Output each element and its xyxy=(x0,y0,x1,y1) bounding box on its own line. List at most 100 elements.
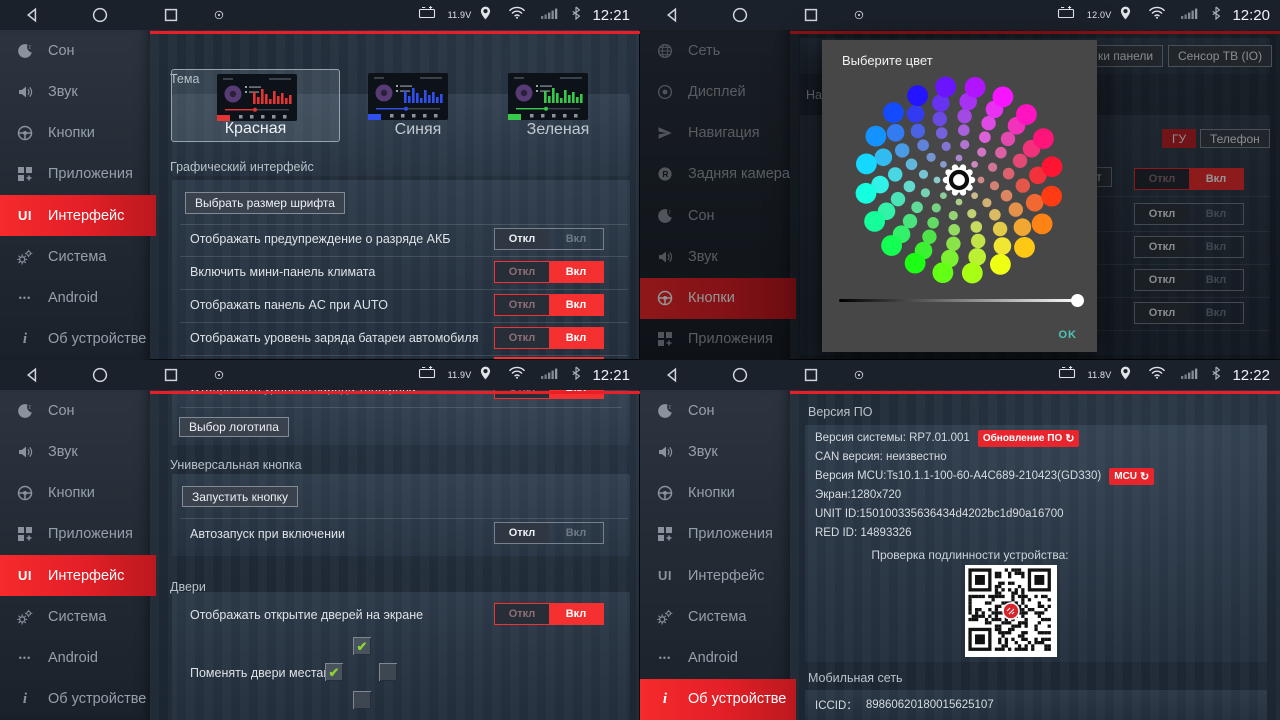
screen-about-device: Версия ПОВерсия системы: RP7.01.001Обнов… xyxy=(640,360,1280,720)
back-button[interactable] xyxy=(24,367,40,383)
sidebar-item-apps[interactable]: Приложения xyxy=(0,514,150,555)
sidebar-item-moon[interactable]: zСон xyxy=(0,390,150,431)
sidebar-item-label: Интерфейс xyxy=(48,208,124,224)
toggle-off-option[interactable]: Откл xyxy=(495,328,549,348)
toggle-off-option[interactable]: Откл xyxy=(495,229,549,249)
theme-preview-image xyxy=(217,74,297,126)
theme-option[interactable]: Синяя xyxy=(343,69,493,142)
signal-icon xyxy=(541,366,558,384)
toggle-on-option[interactable]: Вкл xyxy=(549,229,603,249)
toggle-on-option[interactable]: Вкл xyxy=(549,604,603,624)
on-off-toggle[interactable]: ОтклВкл xyxy=(494,603,604,625)
disc-icon[interactable] xyxy=(213,9,225,21)
recents-button[interactable] xyxy=(163,367,179,383)
svg-text:z: z xyxy=(28,44,31,50)
sidebar-item-label: Приложения xyxy=(48,166,133,182)
sidebar-item-gears[interactable]: Система xyxy=(0,236,150,277)
toggle-off-option[interactable]: Откл xyxy=(495,604,549,624)
home-button[interactable] xyxy=(732,7,748,23)
door-checkbox[interactable]: ✔ xyxy=(353,637,371,655)
badge-label: MCU xyxy=(1114,471,1137,482)
ok-button[interactable]: OK xyxy=(1059,329,1078,341)
run-button[interactable]: Запустить кнопку xyxy=(182,486,298,507)
sidebar-item-steering-wheel[interactable]: Кнопки xyxy=(640,473,790,514)
home-button[interactable] xyxy=(92,7,108,23)
steering-wheel-icon xyxy=(654,485,676,501)
iccid-line: ICCID：89860620180015625107 xyxy=(815,698,994,712)
main-content: Отображать уровень заряда телефонаОтклВк… xyxy=(150,390,640,720)
toggle-off-option[interactable]: Откл xyxy=(495,523,549,543)
sidebar-item-ui[interactable]: UIИнтерфейс xyxy=(640,555,790,596)
info-icon: i xyxy=(14,691,36,708)
brightness-slider[interactable] xyxy=(839,299,1081,302)
recents-button[interactable] xyxy=(163,7,179,23)
nav-buttons xyxy=(0,7,225,23)
theme-option[interactable]: Зеленая xyxy=(483,69,633,142)
door-checkbox[interactable]: ✔ xyxy=(325,663,343,681)
sidebar-item-gears[interactable]: Система xyxy=(0,596,150,637)
sidebar-item-label: Кнопки xyxy=(48,485,95,501)
sidebar-item-speaker[interactable]: Звук xyxy=(640,431,790,472)
recents-button[interactable] xyxy=(803,7,819,23)
universal-button-section-title: Универсальная кнопка xyxy=(170,458,302,472)
update-badge[interactable]: Обновление ПО↻ xyxy=(978,430,1080,447)
update-badge[interactable]: MCU↻ xyxy=(1109,468,1154,485)
back-button[interactable] xyxy=(664,367,680,383)
font-size-button[interactable]: Выбрать размер шрифта xyxy=(185,192,345,214)
mobile-section-title: Мобильная сеть xyxy=(808,671,903,685)
home-button[interactable] xyxy=(732,367,748,383)
dots-icon: ••• xyxy=(14,293,36,303)
divider xyxy=(180,322,628,323)
toggle-off-option[interactable]: Откл xyxy=(495,262,549,282)
on-off-toggle[interactable]: ОтклВкл xyxy=(494,522,604,544)
sidebar-item-info[interactable]: iОб устройстве xyxy=(640,679,796,720)
sidebar-item-moon[interactable]: zСон xyxy=(640,390,790,431)
sidebar-item-dots[interactable]: •••Android xyxy=(0,638,150,679)
door-checkbox[interactable] xyxy=(379,663,397,681)
recents-button[interactable] xyxy=(803,367,819,383)
version-text: RED ID: 14893326 xyxy=(815,527,912,539)
toggle-on-option[interactable]: Вкл xyxy=(549,295,603,315)
sidebar-item-gears[interactable]: Система xyxy=(640,596,790,637)
sidebar-item-steering-wheel[interactable]: Кнопки xyxy=(0,113,150,154)
sidebar-item-info[interactable]: iОб устройстве xyxy=(0,319,150,360)
toggle-on-option[interactable]: Вкл xyxy=(549,523,603,543)
sidebar-item-info[interactable]: iОб устройстве xyxy=(0,679,150,720)
slider-knob[interactable] xyxy=(1071,294,1084,307)
sidebar-item-speaker[interactable]: Звук xyxy=(0,431,150,472)
main-content: ТемаКраснаяСиняяЗеленаяГрафический интер… xyxy=(150,30,640,360)
back-button[interactable] xyxy=(24,7,40,23)
home-button[interactable] xyxy=(92,367,108,383)
theme-option-label: Красная xyxy=(172,120,339,138)
toggle-on-option[interactable]: Вкл xyxy=(549,262,603,282)
on-off-toggle[interactable]: ОтклВкл xyxy=(494,294,604,316)
bluetooth-icon xyxy=(571,366,581,385)
color-wheel[interactable] xyxy=(853,74,1065,291)
sidebar-item-ui[interactable]: UIИнтерфейс xyxy=(0,195,156,236)
theme-option[interactable]: Красная xyxy=(171,69,340,142)
sidebar-item-steering-wheel[interactable]: Кнопки xyxy=(0,473,150,514)
sidebar-item-label: Android xyxy=(48,650,98,666)
logo-select-button[interactable]: Выбор логотипа xyxy=(179,417,289,437)
disc-icon[interactable] xyxy=(853,369,865,381)
sidebar-item-apps[interactable]: Приложения xyxy=(0,154,150,195)
toggle-off-option[interactable]: Откл xyxy=(495,295,549,315)
sidebar-item-ui[interactable]: UIИнтерфейс xyxy=(0,555,156,596)
on-off-toggle[interactable]: ОтклВкл xyxy=(494,228,604,250)
sidebar: zСонЗвукКнопкиПриложенияUIИнтерфейсСисте… xyxy=(640,390,790,720)
sidebar-item-moon[interactable]: zСон xyxy=(0,30,150,71)
disc-icon[interactable] xyxy=(853,9,865,21)
sidebar-item-dots[interactable]: •••Android xyxy=(640,638,790,679)
software-section-title: Версия ПО xyxy=(808,405,872,419)
sidebar-item-apps[interactable]: Приложения xyxy=(640,514,790,555)
toggle-on-option[interactable]: Вкл xyxy=(549,328,603,348)
sidebar-item-dots[interactable]: •••Android xyxy=(0,278,150,319)
sidebar-item-speaker[interactable]: Звук xyxy=(0,71,150,112)
on-off-toggle[interactable]: ОтклВкл xyxy=(494,261,604,283)
disc-icon[interactable] xyxy=(213,369,225,381)
gui-section-title: Графический интерфейс xyxy=(170,160,314,174)
on-off-toggle[interactable]: ОтклВкл xyxy=(494,327,604,349)
swap-doors-label: Поменять двери местами xyxy=(190,666,339,680)
door-checkbox[interactable] xyxy=(353,691,371,709)
back-button[interactable] xyxy=(664,7,680,23)
